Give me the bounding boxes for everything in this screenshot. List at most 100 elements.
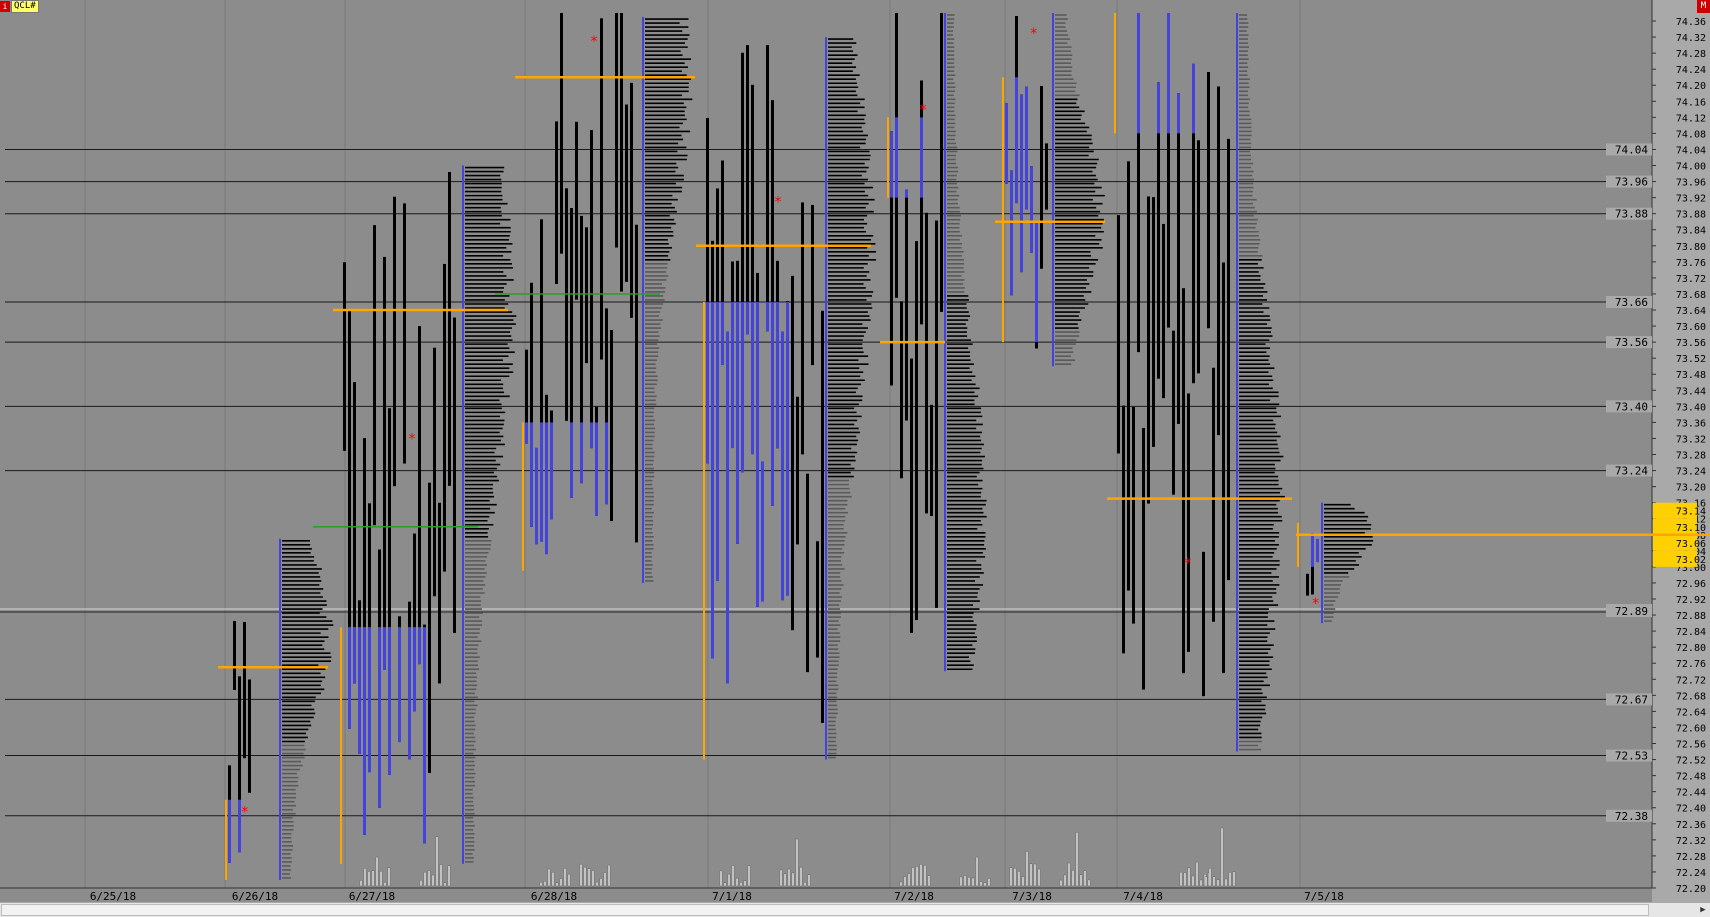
horizontal-scrollbar[interactable]: ◀ ▶: [0, 902, 1710, 917]
volume-histogram-bar: [1013, 868, 1017, 887]
y-tick-label: 74.32: [1676, 33, 1706, 44]
volume-histogram-bar: [795, 838, 799, 887]
y-tick-label: 72.28: [1676, 852, 1706, 863]
volume-histogram-bar: [367, 871, 371, 887]
current-price-label: 72.89: [1615, 605, 1648, 618]
reference-level-label: 74.04: [1615, 143, 1648, 156]
y-tick-label: 73.76: [1676, 258, 1706, 269]
highlight-label: 73.10: [1676, 523, 1706, 534]
reference-level-label: 73.24: [1615, 465, 1648, 478]
ib-column: [540, 422, 543, 542]
tpo-column: [1177, 93, 1180, 424]
open-marker: *: [775, 195, 782, 211]
ib-column: [570, 422, 573, 498]
y-tick-label: 74.20: [1676, 81, 1706, 92]
tpo-column: [590, 130, 593, 449]
ib-column: [378, 627, 381, 808]
volume-histogram-bar: [959, 876, 963, 887]
tpo-column: [438, 502, 441, 684]
tpo-column: [1306, 573, 1309, 596]
volume-histogram-bar: [971, 877, 975, 887]
y-tick-label: 73.36: [1676, 418, 1706, 429]
volume-histogram-bar: [907, 873, 911, 887]
volume-histogram-bar: [567, 873, 571, 887]
ib-column: [413, 627, 416, 712]
y-tick-label: 72.36: [1676, 820, 1706, 831]
scroll-right-icon[interactable]: ▶: [1696, 903, 1710, 917]
tpo-column: [620, 13, 623, 292]
tpo-column: [1182, 288, 1185, 674]
tpo-column: [565, 188, 568, 421]
ib-column: [1020, 94, 1023, 273]
y-tick-label: 73.24: [1676, 467, 1706, 478]
volume-histogram-bar: [1037, 868, 1041, 887]
volume-histogram-bar: [787, 868, 791, 887]
tpo-column: [796, 396, 799, 545]
y-tick-label: 73.56: [1676, 338, 1706, 349]
open-marker: *: [1184, 556, 1191, 572]
ib-column: [1157, 82, 1160, 134]
y-tick-label: 72.64: [1676, 707, 1706, 718]
volume-histogram-bar: [1183, 872, 1187, 887]
ib-column: [736, 301, 739, 544]
ib-column: [1005, 103, 1008, 184]
symbol-label[interactable]: QCL#: [11, 0, 39, 13]
ib-column: [771, 301, 774, 506]
volume-histogram-bar: [967, 877, 971, 887]
volume-histogram-bar: [779, 869, 783, 887]
ib-column: [550, 422, 553, 520]
tpo-column: [1172, 330, 1175, 495]
ib-column: [348, 627, 351, 729]
highlight-label: 73.02: [1676, 555, 1706, 566]
ib-column: [731, 301, 734, 449]
tpo-column: [806, 473, 809, 673]
volume-histogram-bar: [559, 878, 563, 887]
volume-histogram-bar: [739, 882, 743, 887]
ib-column: [721, 301, 724, 365]
ib-column: [716, 301, 719, 581]
open-marker: *: [591, 34, 598, 50]
ib-column: [711, 301, 714, 659]
ib-column: [1167, 13, 1170, 134]
volume-histogram-bar: [1083, 870, 1087, 887]
volume-histogram-bar: [1232, 871, 1236, 887]
tpo-column: [625, 104, 628, 282]
volume-histogram-bar: [911, 867, 915, 887]
scrollbar-thumb[interactable]: [1, 904, 1649, 916]
volume-histogram-bar: [923, 865, 927, 887]
highlight-label: 73.06: [1676, 539, 1706, 550]
menu-button[interactable]: M: [1697, 0, 1710, 13]
volume-histogram-bar: [547, 868, 551, 887]
tpo-column: [418, 326, 421, 665]
volume-histogram-bar: [727, 873, 731, 887]
volume-histogram-bar: [551, 871, 555, 887]
y-tick-label: 72.44: [1676, 788, 1706, 799]
volume-histogram-bar: [587, 868, 591, 887]
volume-histogram-bar: [1179, 871, 1183, 887]
tpo-column: [811, 204, 814, 366]
volume-histogram-bar: [387, 867, 391, 887]
volume-histogram-bar: [1063, 874, 1067, 887]
y-tick-label: 72.52: [1676, 756, 1706, 767]
volume-histogram-bar: [555, 882, 559, 887]
volume-histogram-bar: [595, 881, 599, 887]
ib-column: [751, 301, 754, 455]
tpo-column: [615, 13, 618, 248]
volume-histogram-bar: [1216, 879, 1220, 887]
y-tick-label: 73.60: [1676, 322, 1706, 333]
volume-histogram-bar: [375, 856, 379, 887]
tpo-column: [791, 275, 794, 631]
volume-histogram-bar: [899, 881, 903, 887]
volume-histogram-bar: [607, 864, 611, 887]
ib-column: [741, 301, 744, 473]
ib-column: [423, 627, 426, 844]
volume-histogram-bar: [903, 876, 907, 887]
volume-histogram-bar: [363, 868, 367, 887]
volume-histogram-bar: [1025, 851, 1029, 887]
volume-histogram-bar: [591, 870, 595, 887]
y-tick-label: 72.48: [1676, 772, 1706, 783]
tpo-column: [1162, 223, 1165, 399]
volume-histogram-bar: [723, 882, 727, 887]
y-tick-label: 72.56: [1676, 740, 1706, 751]
volume-histogram-bar: [803, 882, 807, 887]
